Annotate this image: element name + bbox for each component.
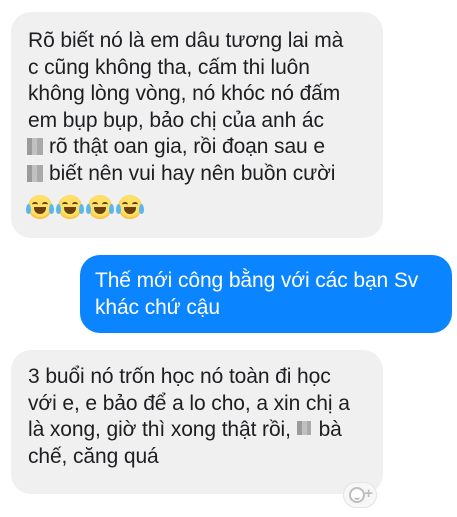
face-with-tears-of-joy-icon [86,195,114,219]
message-line: c cũng không tha, cấm thi luôn [28,55,310,79]
message-line: Rõ biết nó là em dâu tương lai mà [28,29,344,52]
message-line: biết nên vui hay nên buồn cười [49,161,336,185]
emoji-row [26,187,371,219]
message-line: là xong, giờ thì xong thật rồi, [28,418,291,441]
message-line: chế, căng quá [28,444,159,468]
chat-thread: Rõ biết nó là em dâu tương lai mà c cũng… [0,0,457,517]
message-line: Thế mới công bằng với các bạn Sv [95,269,419,292]
incoming-message-bubble[interactable]: 3 buổi nó trốn học nó toàn đi học với e,… [11,350,383,494]
message-line-row: rõ thật oan gia, rồi đoạn sau e [27,134,371,161]
incoming-message-bubble[interactable]: Rõ biết nó là em dâu tương lai mà c cũng… [11,12,383,238]
smiley-icon [349,487,365,503]
message-line: rõ thật oan gia, rồi đoạn sau e [49,135,325,158]
censored-word-blur [296,421,311,435]
plus-icon: + [364,485,373,502]
add-reaction-button[interactable]: + [343,482,377,508]
message-line: với e, e bảo để a lo cho, a xin chị a [28,391,350,415]
message-line: khác chứ cậu [95,295,220,319]
face-with-tears-of-joy-icon [116,195,144,219]
message-line: bà [318,418,342,441]
face-with-tears-of-joy-icon [56,195,84,219]
message-line-row: là xong, giờ thì xong thật rồi, bà [28,417,371,444]
message-line: 3 buổi nó trốn học nó toàn đi học [28,365,331,388]
outgoing-message-bubble[interactable]: Thế mới công bằng với các bạn Sv khác ch… [80,255,452,333]
message-line-row: biết nên vui hay nên buồn cười [27,161,371,188]
message-line: em bụp bụp, bảo chị của anh ác [28,108,324,132]
face-with-tears-of-joy-icon [26,195,54,219]
censored-word-blur [27,138,43,155]
censored-word-blur [27,164,43,182]
message-line: không lòng vòng, nó khóc nó đấm [28,82,341,105]
